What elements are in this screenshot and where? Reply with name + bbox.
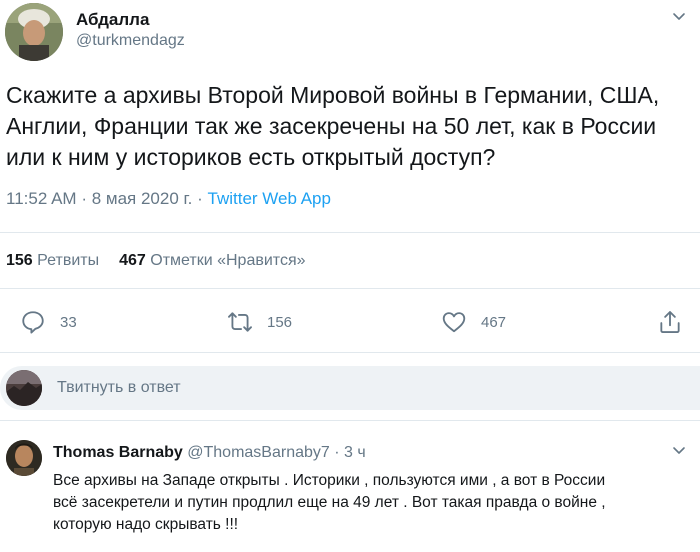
tweet-text: Скажите а архивы Второй Мировой войны в … bbox=[6, 80, 696, 173]
reply-count: 33 bbox=[60, 313, 77, 331]
divider bbox=[0, 232, 700, 233]
chevron-down-icon[interactable] bbox=[672, 444, 686, 458]
reply-placeholder[interactable]: Твитнуть в ответ bbox=[57, 379, 181, 397]
tweet-date[interactable]: 8 мая 2020 г. bbox=[92, 189, 193, 208]
avatar[interactable] bbox=[5, 3, 63, 61]
reply-text: Все архивы на Западе открыты . Историки … bbox=[53, 470, 698, 536]
share-button[interactable] bbox=[657, 305, 683, 339]
meta-separator: · bbox=[334, 444, 340, 461]
chevron-down-icon[interactable] bbox=[672, 10, 686, 24]
heart-icon bbox=[442, 312, 466, 333]
reply-time[interactable]: 3 ч bbox=[344, 444, 366, 461]
likes-stat[interactable]: 467 Отметки «Нравится» bbox=[119, 252, 305, 269]
tweet-text-line: Англии, Франции так же засекречены на 50… bbox=[6, 113, 657, 139]
reply-header: Thomas Barnaby @ThomasBarnaby7 · 3 ч bbox=[53, 444, 366, 462]
retweet-count: 156 bbox=[267, 313, 293, 331]
tweet-stats: 156 Ретвиты 467 Отметки «Нравится» bbox=[6, 252, 306, 270]
tweet-meta: 11:52 AM · 8 мая 2020 г. · Twitter Web A… bbox=[6, 189, 331, 209]
reply-compose-box[interactable]: Твитнуть в ответ bbox=[0, 366, 700, 410]
tweet-text-line: Скажите а архивы Второй Мировой войны в … bbox=[6, 82, 660, 108]
retweet-button[interactable]: 156 bbox=[227, 305, 292, 339]
author-handle[interactable]: @turkmendagz bbox=[76, 32, 185, 50]
avatar[interactable] bbox=[6, 440, 42, 476]
reply-tweet[interactable]: Thomas Barnaby @ThomasBarnaby7 · 3 ч Все… bbox=[0, 430, 700, 552]
author-name[interactable]: Абдалла bbox=[76, 10, 149, 30]
reply-text-line: Все архивы на Западе открыты . Историки … bbox=[53, 472, 606, 489]
tweet-text-line: или к ним у историков есть открытый дост… bbox=[6, 144, 496, 170]
likes-label: Отметки «Нравится» bbox=[150, 252, 306, 269]
tweet-time[interactable]: 11:52 AM bbox=[6, 189, 77, 208]
tweet-actions: 33 156 467 bbox=[0, 305, 700, 339]
reply-button[interactable]: 33 bbox=[20, 305, 77, 339]
retweet-icon bbox=[228, 312, 252, 332]
tweet-header: Абдалла @turkmendagz bbox=[0, 0, 700, 70]
divider bbox=[0, 352, 700, 353]
meta-separator: · bbox=[81, 189, 87, 208]
retweets-stat[interactable]: 156 Ретвиты bbox=[6, 252, 99, 269]
reply-icon bbox=[22, 311, 44, 334]
meta-separator: · bbox=[197, 189, 203, 208]
tweet-app-link[interactable]: Twitter Web App bbox=[208, 189, 331, 208]
like-count: 467 bbox=[481, 313, 507, 331]
reply-author-name[interactable]: Thomas Barnaby bbox=[53, 444, 183, 461]
reply-text-line: всё засекретели и путин продлил еще на 4… bbox=[53, 494, 606, 511]
retweets-count: 156 bbox=[6, 252, 33, 269]
reply-author-handle[interactable]: @ThomasBarnaby7 bbox=[187, 444, 330, 461]
reply-text-line: которую надо скрывать !!! bbox=[53, 516, 239, 533]
share-icon bbox=[660, 311, 680, 333]
divider bbox=[0, 420, 700, 421]
divider bbox=[0, 288, 700, 289]
like-button[interactable]: 467 bbox=[441, 305, 506, 339]
avatar bbox=[6, 370, 42, 406]
likes-count: 467 bbox=[119, 252, 146, 269]
retweets-label: Ретвиты bbox=[37, 252, 100, 269]
